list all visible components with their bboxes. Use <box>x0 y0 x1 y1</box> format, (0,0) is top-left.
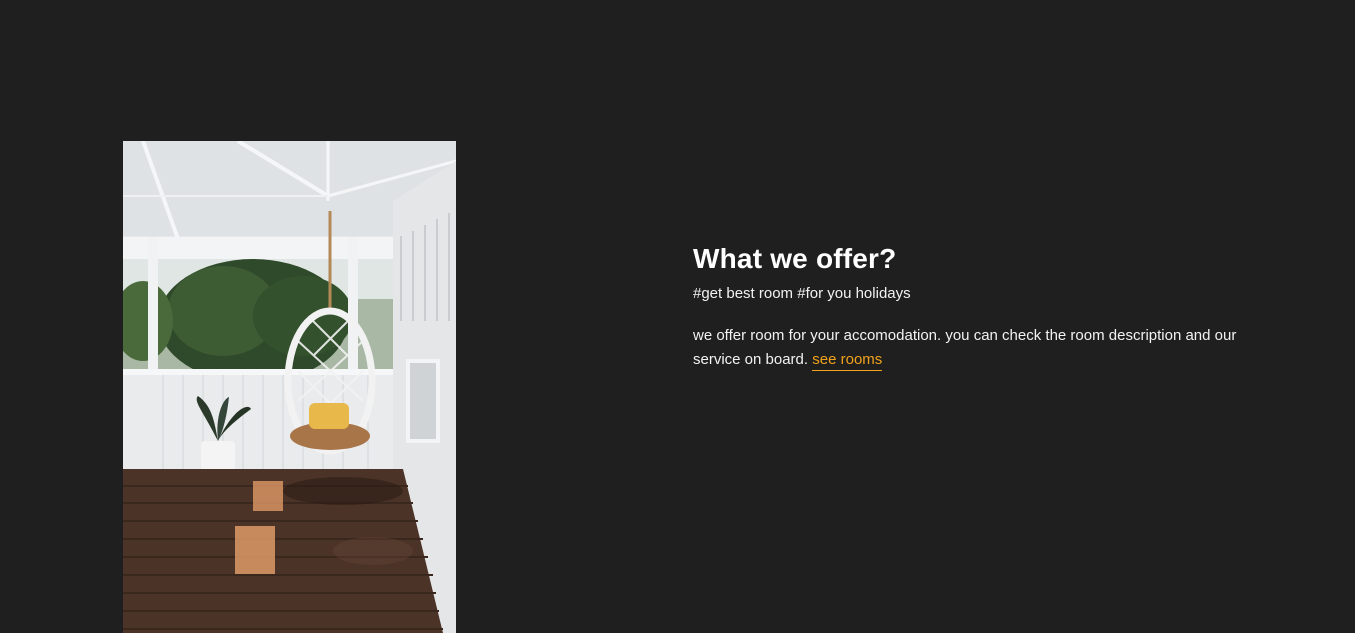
section-description: we offer room for your accomodation. you… <box>693 324 1243 372</box>
offer-section: What we offer? #get best room #for you h… <box>0 0 1355 633</box>
section-tags: #get best room #for you holidays <box>693 285 911 302</box>
offer-text-block: What we offer? #get best room #for you h… <box>693 242 1253 372</box>
porch-hanging-chair-photo <box>123 141 456 633</box>
section-title: What we offer? <box>693 243 897 274</box>
description-text: we offer room for your accomodation. you… <box>693 327 1237 368</box>
see-rooms-link[interactable]: see rooms <box>812 351 883 371</box>
